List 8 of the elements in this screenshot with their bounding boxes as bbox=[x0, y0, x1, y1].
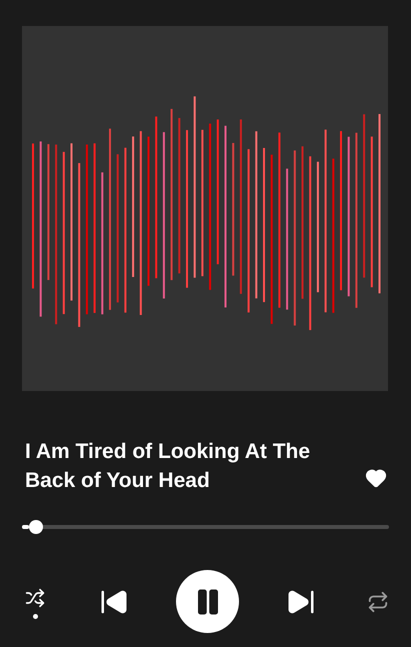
like-button[interactable] bbox=[365, 467, 387, 489]
progress-slider[interactable] bbox=[22, 520, 389, 534]
progress-thumb[interactable] bbox=[29, 520, 44, 534]
repeat-icon bbox=[367, 590, 389, 612]
heart-icon bbox=[365, 467, 387, 489]
shuffle-icon bbox=[25, 588, 45, 608]
track-title: I Am Tired of Looking At The Back of Your Head bbox=[25, 439, 312, 494]
repeat-button[interactable] bbox=[367, 590, 389, 612]
